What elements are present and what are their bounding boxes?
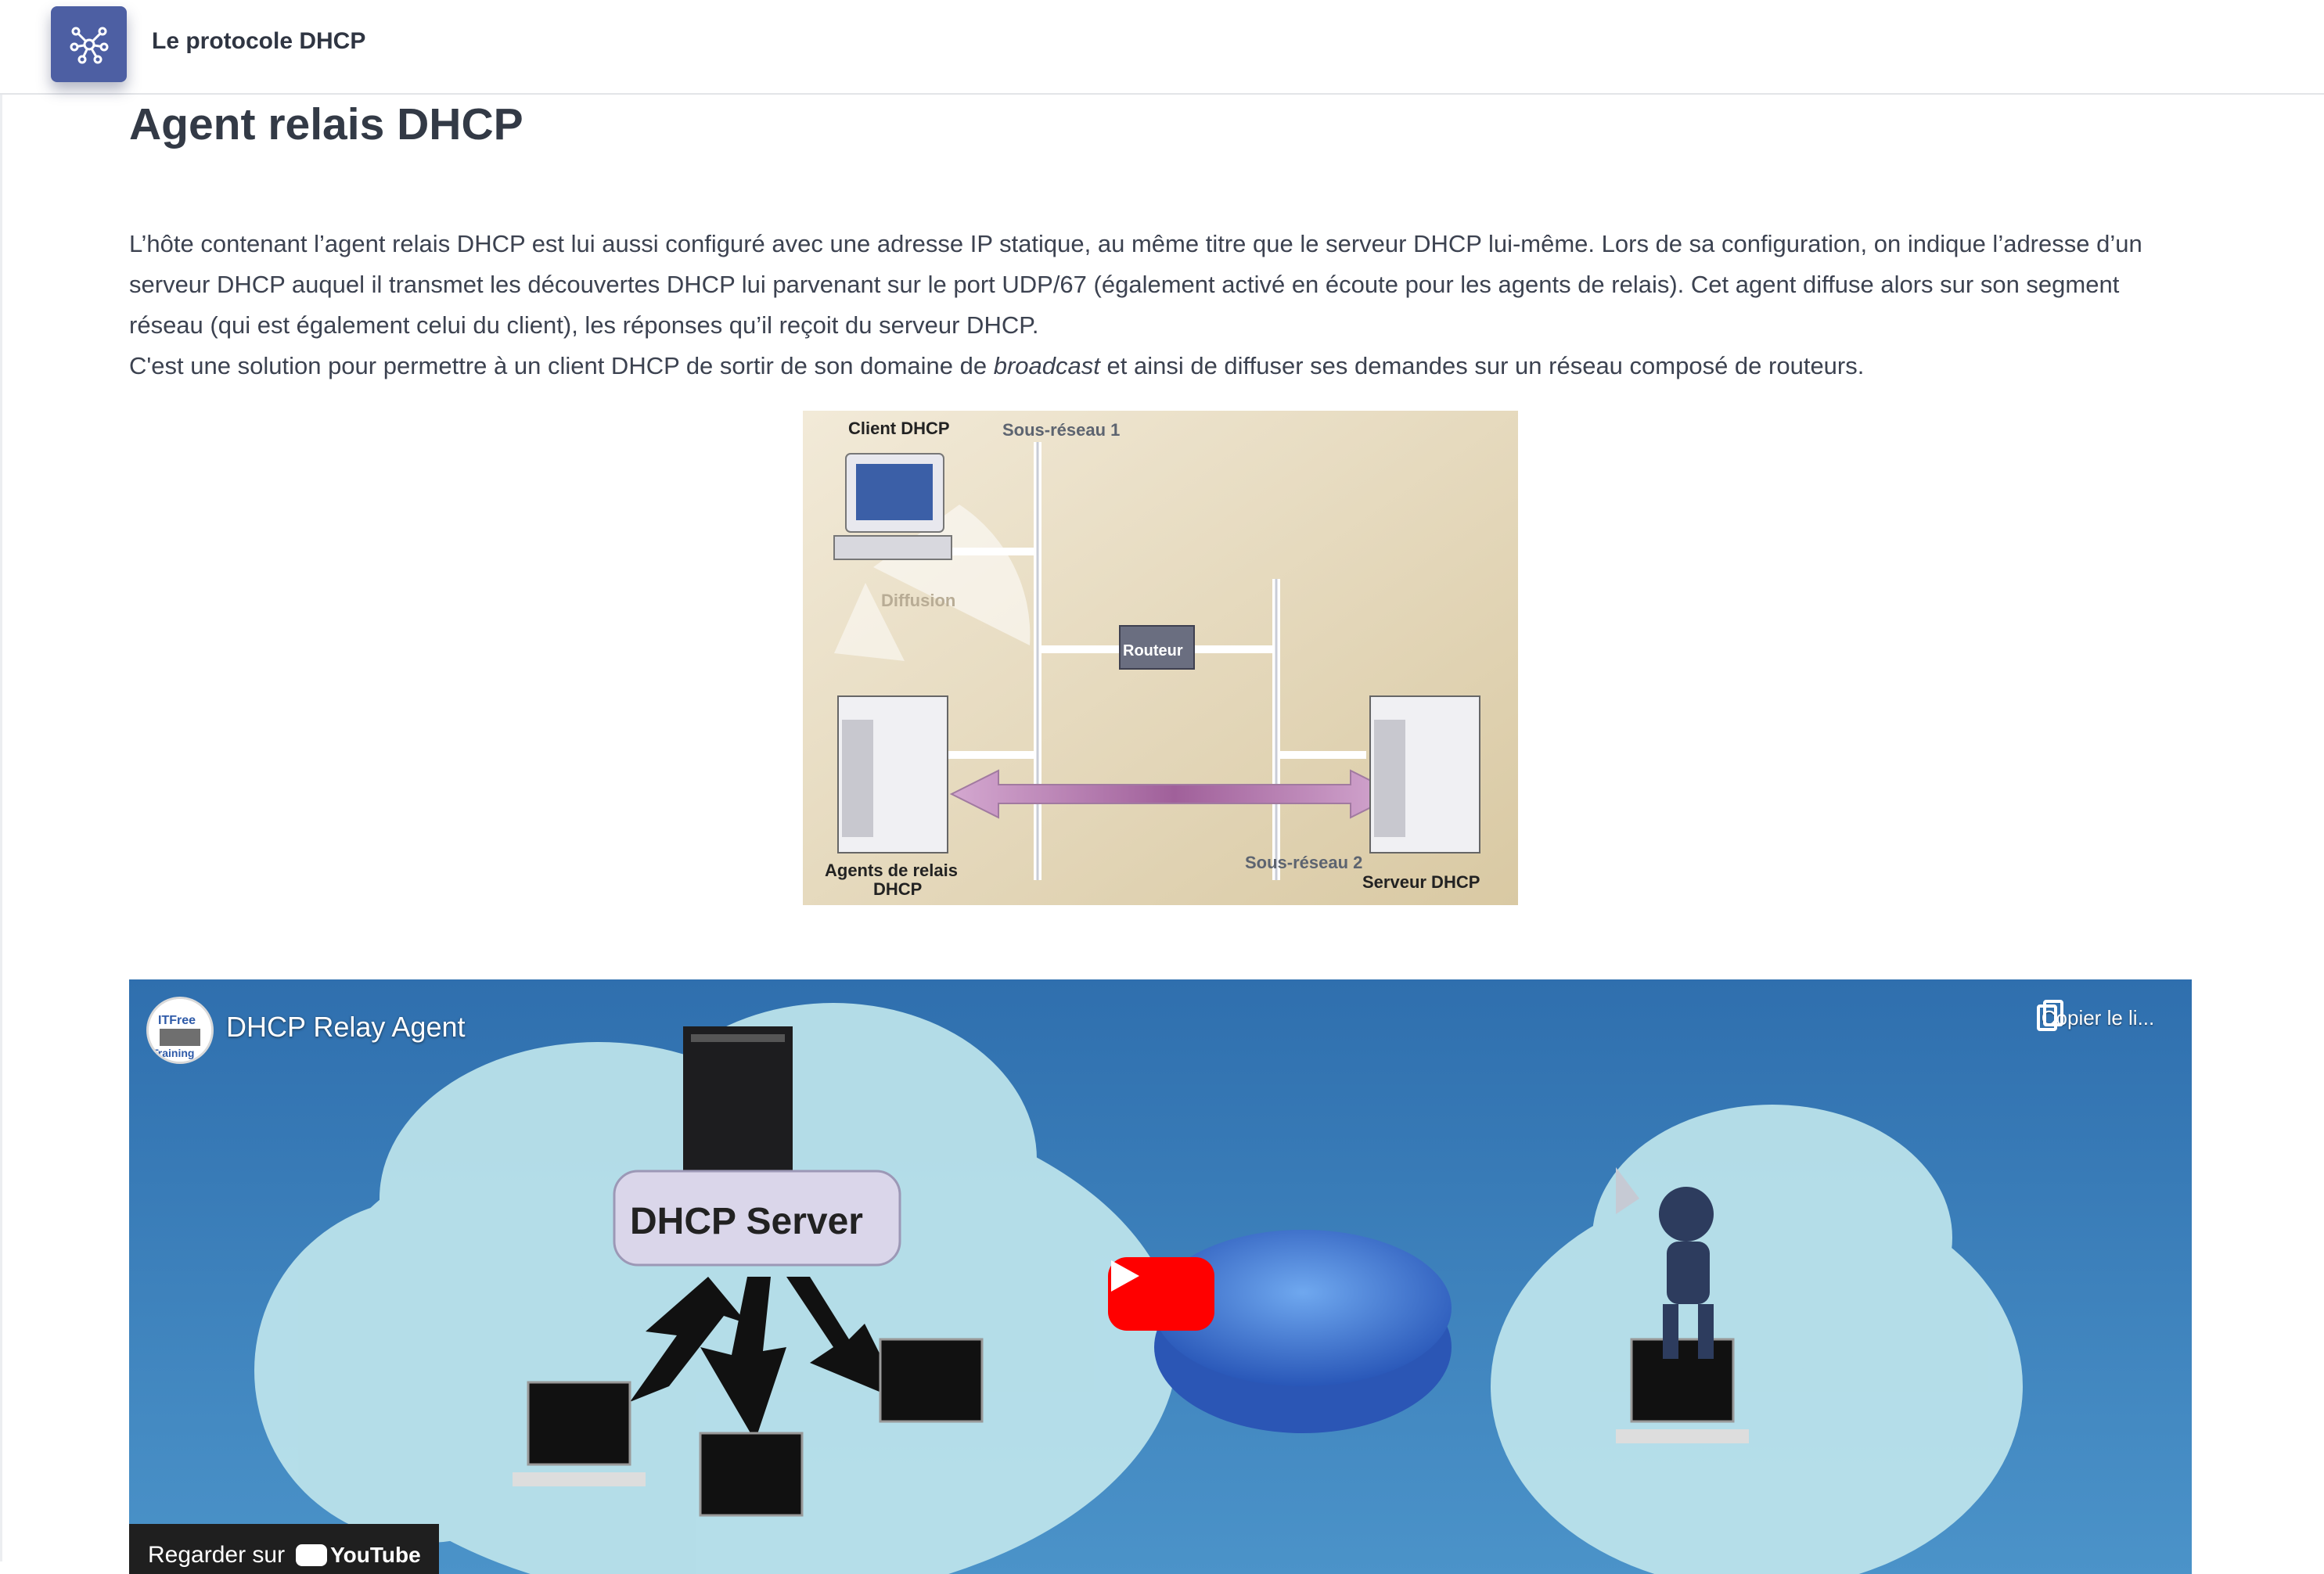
svg-text:Training: Training — [152, 1047, 194, 1059]
client-label: Client DHCP — [848, 419, 950, 438]
video-embed[interactable]: DHCP Server ITFree Training DHCP Relay A… — [129, 979, 2192, 1574]
play-button[interactable] — [1108, 1257, 1214, 1331]
router-label: Routeur — [1123, 642, 1183, 659]
left-border — [0, 95, 2, 1561]
relay-label-line2: DHCP — [873, 879, 922, 899]
page-title: Agent relais DHCP — [129, 99, 523, 149]
watch-label: Regarder sur — [148, 1542, 286, 1568]
channel-avatar[interactable]: ITFree Training — [146, 997, 214, 1064]
paragraph-text: L’hôte contenant l’agent relais DHCP est… — [129, 230, 2142, 339]
paragraph-line2-start: C'est une solution pour permettre à un c… — [129, 352, 994, 379]
svg-text:ITFree: ITFree — [158, 1014, 196, 1027]
app-title: Le protocole DHCP — [152, 28, 366, 54]
paragraph-line2-end: et ainsi de diffuser ses demandes sur un… — [1099, 352, 1865, 379]
relay-label-line1: Agents de relais — [825, 861, 958, 880]
youtube-logo: YouTube — [296, 1543, 421, 1568]
body-paragraph: L’hôte contenant l’agent relais DHCP est… — [129, 224, 2195, 386]
video-server-label: DHCP Server — [630, 1201, 863, 1242]
broadcast-label: Diffusion — [881, 591, 955, 610]
youtube-play-icon — [296, 1544, 328, 1566]
network-nodes-icon[interactable] — [51, 6, 127, 82]
paragraph-emphasis: broadcast — [993, 352, 1100, 379]
subnet1-label: Sous-réseau 1 — [1002, 420, 1120, 440]
dhcp-relay-diagram: Client DHCP Sous-réseau 1 Diffusion Rout… — [803, 411, 1518, 905]
youtube-wordmark: YouTube — [330, 1543, 421, 1567]
subnet2-label: Sous-réseau 2 — [1245, 853, 1362, 872]
play-icon — [1111, 1260, 1139, 1292]
copy-link-button[interactable]: Copier le li... — [2035, 1000, 2160, 1031]
server-label: Serveur DHCP — [1362, 872, 1480, 892]
watch-on-youtube-button[interactable]: Regarder sur YouTube — [129, 1524, 439, 1574]
copy-icon — [2037, 1000, 2063, 1031]
video-title[interactable]: DHCP Relay Agent — [226, 1011, 466, 1044]
